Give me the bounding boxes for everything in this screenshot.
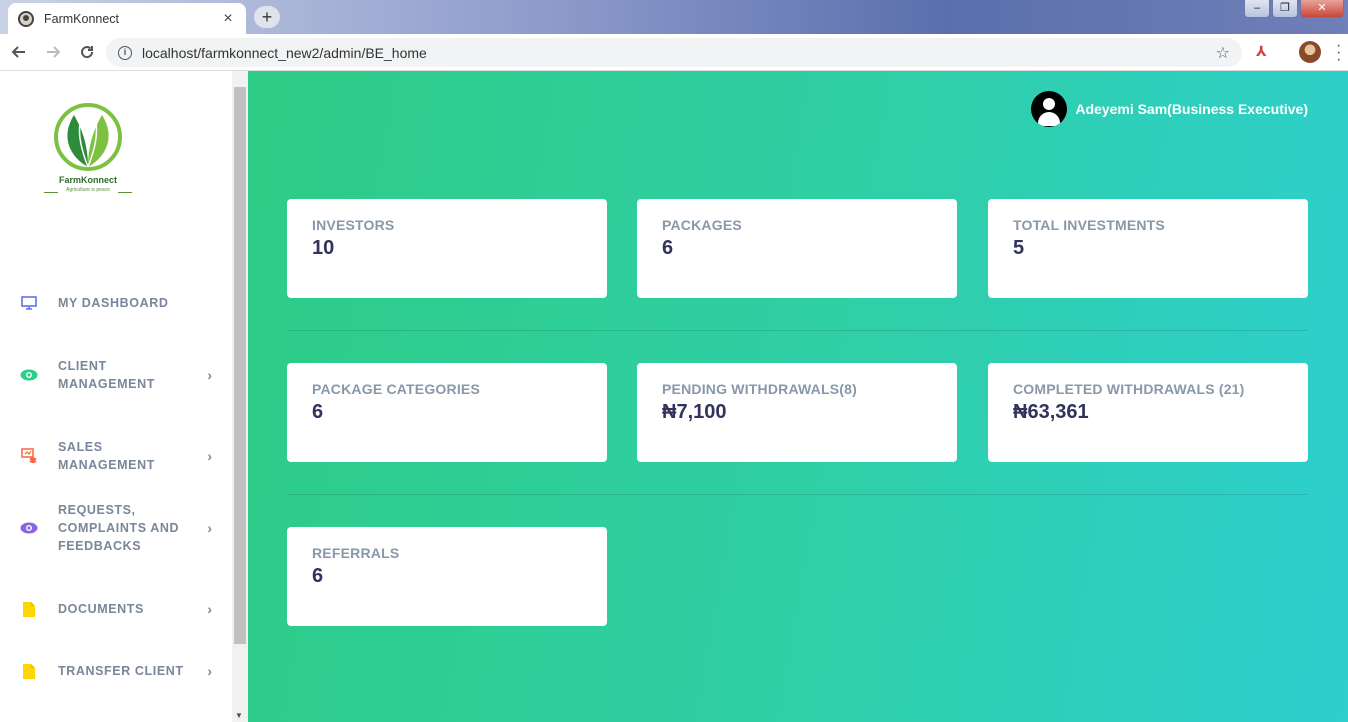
brand-name: FarmKonnect (58, 175, 117, 185)
stat-card-packages[interactable]: PACKAGES 6 (637, 199, 957, 298)
bookmark-star-icon[interactable]: ☆ (1216, 43, 1230, 63)
profile-avatar-icon[interactable] (1299, 41, 1321, 63)
document-icon (20, 662, 38, 680)
scroll-down-icon[interactable]: ▼ (235, 711, 243, 720)
stat-label: COMPLETED WITHDRAWALS (21) (1013, 381, 1245, 397)
stat-label: PENDING WITHDRAWALS(8) (662, 381, 857, 397)
stat-value: 6 (312, 565, 324, 587)
logo-divider (118, 192, 132, 193)
pdf-extension-icon[interactable]: ⅄ (1256, 43, 1272, 61)
url-text[interactable]: localhost/farmkonnect_new2/admin/BE_home (142, 45, 1216, 61)
new-tab-button[interactable]: + (254, 6, 280, 28)
stat-card-pending-withdrawals[interactable]: PENDING WITHDRAWALS(8) ₦7,100 (637, 363, 957, 462)
close-window-button[interactable]: ✕ (1300, 0, 1344, 18)
address-bar[interactable]: i localhost/farmkonnect_new2/admin/BE_ho… (106, 38, 1242, 67)
stat-card-package-categories[interactable]: PACKAGE CATEGORIES 6 (287, 363, 607, 462)
sidebar: FarmKonnect Agriculture is peace MY DASH… (0, 71, 232, 722)
stat-value: 5 (1013, 237, 1025, 259)
sidebar-item-sales-management[interactable]: SALES MANAGEMENT › (20, 438, 212, 474)
monitor-icon (20, 294, 38, 312)
sidebar-scrollbar[interactable]: ▼ (232, 71, 248, 722)
sidebar-item-transfer-client[interactable]: TRANSFER CLIENT › (20, 662, 212, 680)
sidebar-item-requests-complaints-feedbacks[interactable]: REQUESTS, COMPLAINTS AND FEEDBACKS › (20, 501, 212, 555)
main-content: Adeyemi Sam(Business Executive) INVESTOR… (248, 71, 1348, 722)
eye-icon (20, 519, 38, 537)
browser-menu-icon[interactable]: · · · (1336, 38, 1341, 68)
reload-icon (81, 46, 94, 59)
browser-tab[interactable]: FarmKonnect × (8, 3, 246, 34)
stat-label: INVESTORS (312, 217, 395, 233)
sidebar-item-label: SALES MANAGEMENT (58, 440, 155, 472)
user-name: Adeyemi Sam(Business Executive) (1075, 101, 1308, 117)
tab-close-button[interactable]: × (220, 10, 236, 27)
forward-arrow-icon (47, 46, 61, 58)
sidebar-item-label: TRANSFER CLIENT (58, 664, 184, 678)
tab-title: FarmKonnect (44, 11, 120, 26)
chevron-right-icon: › (207, 520, 212, 536)
window-controls: – ❐ ✕ (1242, 0, 1344, 18)
chevron-right-icon: › (207, 663, 212, 679)
minimize-button[interactable]: – (1244, 0, 1270, 18)
stat-card-referrals[interactable]: REFERRALS 6 (287, 527, 607, 626)
chevron-right-icon: › (207, 448, 212, 464)
user-menu[interactable]: Adeyemi Sam(Business Executive) (1031, 91, 1308, 127)
sales-icon (20, 447, 38, 465)
stat-label: PACKAGES (662, 217, 742, 233)
eye-icon (20, 366, 38, 384)
chevron-right-icon: › (207, 601, 212, 617)
favicon-icon (18, 10, 34, 27)
sidebar-item-label: MY DASHBOARD (58, 296, 169, 310)
reload-button[interactable] (72, 37, 102, 67)
stat-label: PACKAGE CATEGORIES (312, 381, 480, 397)
sidebar-item-client-management[interactable]: CLIENT MANAGEMENT › (20, 357, 212, 393)
stat-value: ₦63,361 (1013, 401, 1089, 423)
sidebar-item-label: DOCUMENTS (58, 602, 144, 616)
stat-value: 6 (662, 237, 674, 259)
stat-value: 6 (312, 401, 324, 423)
sidebar-item-documents[interactable]: DOCUMENTS › (20, 600, 212, 618)
back-arrow-icon (11, 46, 25, 58)
scrollbar-thumb[interactable] (234, 87, 246, 644)
maximize-button[interactable]: ❐ (1272, 0, 1298, 18)
browser-titlebar: FarmKonnect × + – ❐ ✕ (0, 0, 1348, 34)
section-divider (287, 330, 1308, 331)
section-divider (287, 494, 1308, 495)
stat-card-completed-withdrawals[interactable]: COMPLETED WITHDRAWALS (21) ₦63,361 (988, 363, 1308, 462)
document-icon (20, 600, 38, 618)
user-avatar-icon (1031, 91, 1068, 127)
stat-card-investors[interactable]: INVESTORS 10 (287, 199, 607, 298)
sidebar-item-my-dashboard[interactable]: MY DASHBOARD (20, 294, 212, 312)
stat-label: REFERRALS (312, 545, 400, 561)
stat-value: ₦7,100 (662, 401, 727, 423)
forward-button[interactable] (38, 37, 68, 67)
sidebar-item-label: CLIENT MANAGEMENT (58, 359, 155, 391)
browser-toolbar: i localhost/farmkonnect_new2/admin/BE_ho… (0, 34, 1348, 71)
stat-label: TOTAL INVESTMENTS (1013, 217, 1165, 233)
chevron-right-icon: › (207, 367, 212, 383)
info-icon[interactable]: i (118, 45, 132, 60)
sidebar-item-label: REQUESTS, COMPLAINTS AND FEEDBACKS (58, 503, 180, 553)
back-button[interactable] (4, 37, 34, 67)
stat-value: 10 (312, 237, 335, 259)
stat-card-total-investments[interactable]: TOTAL INVESTMENTS 5 (988, 199, 1308, 298)
